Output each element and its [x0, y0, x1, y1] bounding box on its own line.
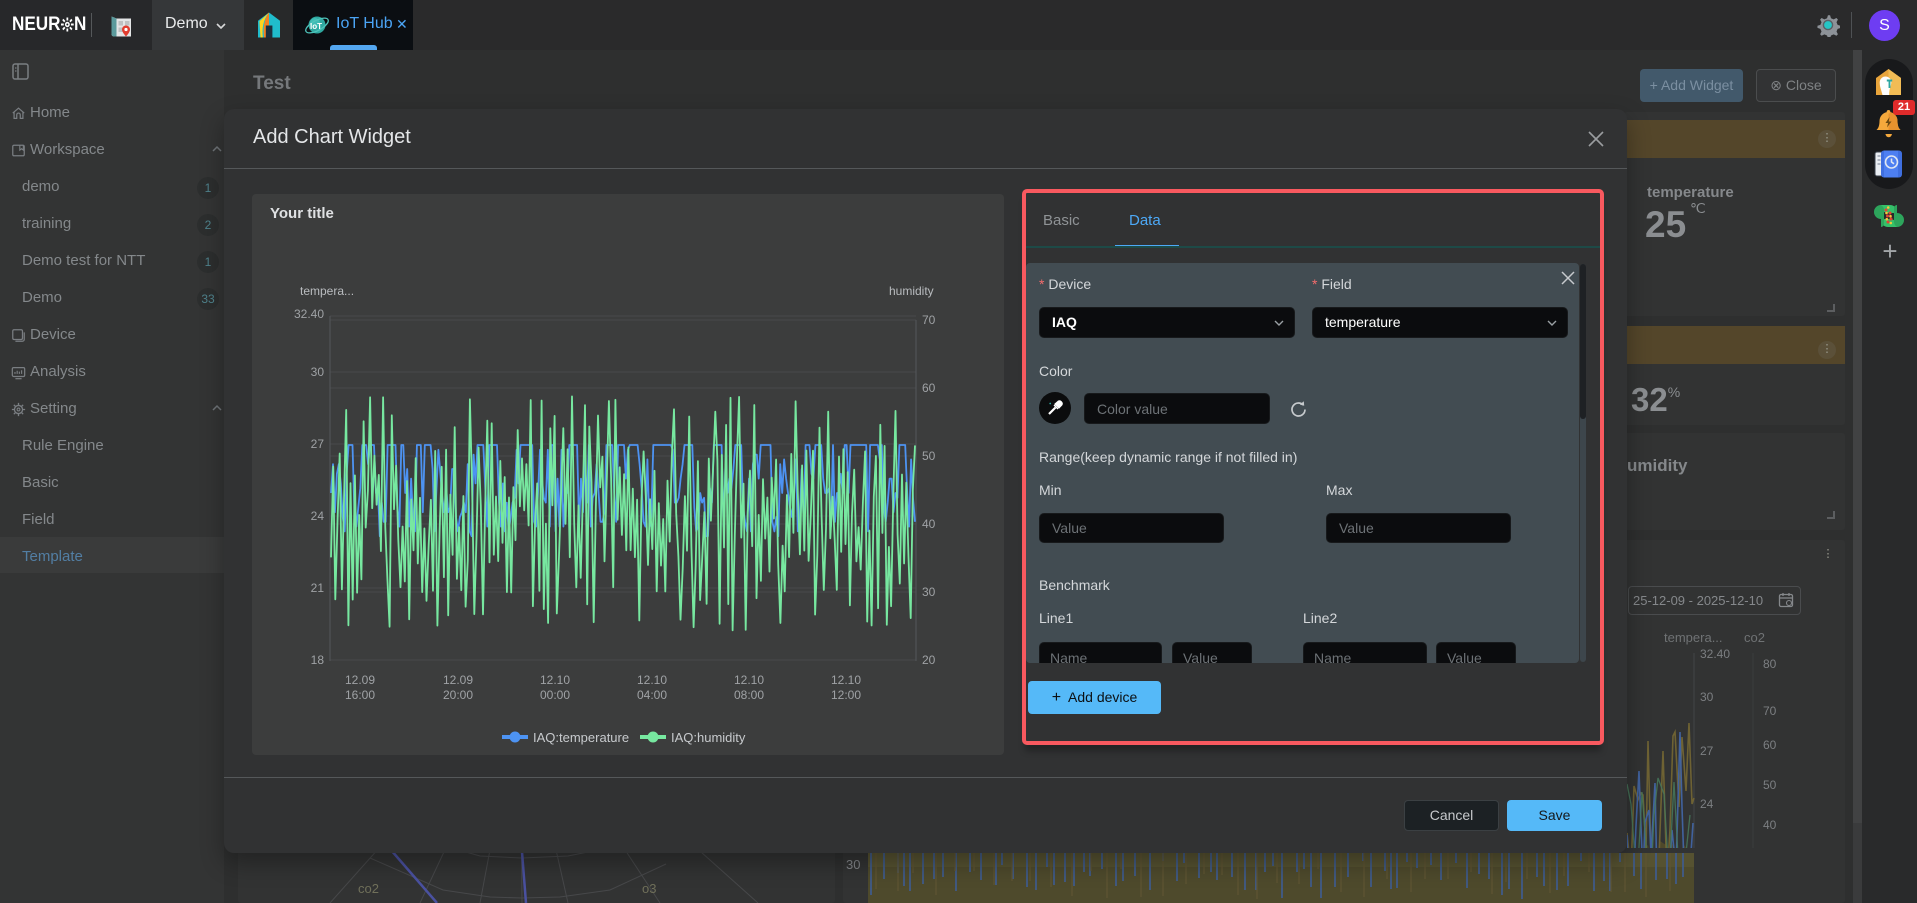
svg-text:IAQ:temperature: IAQ:temperature: [533, 730, 629, 745]
svg-text:50: 50: [1763, 778, 1777, 792]
svg-text:12.09: 12.09: [345, 673, 375, 687]
svg-text:40: 40: [922, 517, 936, 531]
svg-text:20: 20: [922, 653, 936, 667]
svg-text:27: 27: [311, 437, 325, 451]
svg-text:60: 60: [922, 381, 936, 395]
svg-text:12.10: 12.10: [637, 673, 667, 687]
svg-text:32.40: 32.40: [294, 307, 324, 321]
svg-text:70: 70: [1763, 704, 1777, 718]
svg-text:32.40: 32.40: [1700, 647, 1730, 661]
svg-text:16:00: 16:00: [345, 688, 375, 702]
svg-text:70: 70: [922, 313, 936, 327]
svg-text:24: 24: [1700, 797, 1714, 811]
svg-text:30: 30: [311, 365, 325, 379]
svg-text:27: 27: [1700, 744, 1714, 758]
svg-text:18: 18: [311, 653, 325, 667]
svg-text:30: 30: [922, 585, 936, 599]
svg-text:60: 60: [1763, 738, 1777, 752]
svg-text:12.09: 12.09: [443, 673, 473, 687]
svg-text:00:00: 00:00: [540, 688, 570, 702]
svg-text:12.10: 12.10: [734, 673, 764, 687]
svg-text:o3: o3: [642, 881, 656, 896]
svg-text:80: 80: [1763, 657, 1777, 671]
svg-text:40: 40: [1763, 818, 1777, 832]
svg-text:08:00: 08:00: [734, 688, 764, 702]
svg-text:IAQ:humidity: IAQ:humidity: [671, 730, 746, 745]
svg-text:IoT: IoT: [310, 22, 322, 31]
svg-text:12.10: 12.10: [540, 673, 570, 687]
svg-text:30: 30: [1700, 690, 1714, 704]
svg-text:24: 24: [311, 509, 325, 523]
svg-text:12:00: 12:00: [831, 688, 861, 702]
svg-text:co2: co2: [358, 881, 379, 896]
svg-text:04:00: 04:00: [637, 688, 667, 702]
svg-text:12.10: 12.10: [831, 673, 861, 687]
svg-text:21: 21: [311, 581, 325, 595]
svg-text:20:00: 20:00: [443, 688, 473, 702]
svg-text:50: 50: [922, 449, 936, 463]
